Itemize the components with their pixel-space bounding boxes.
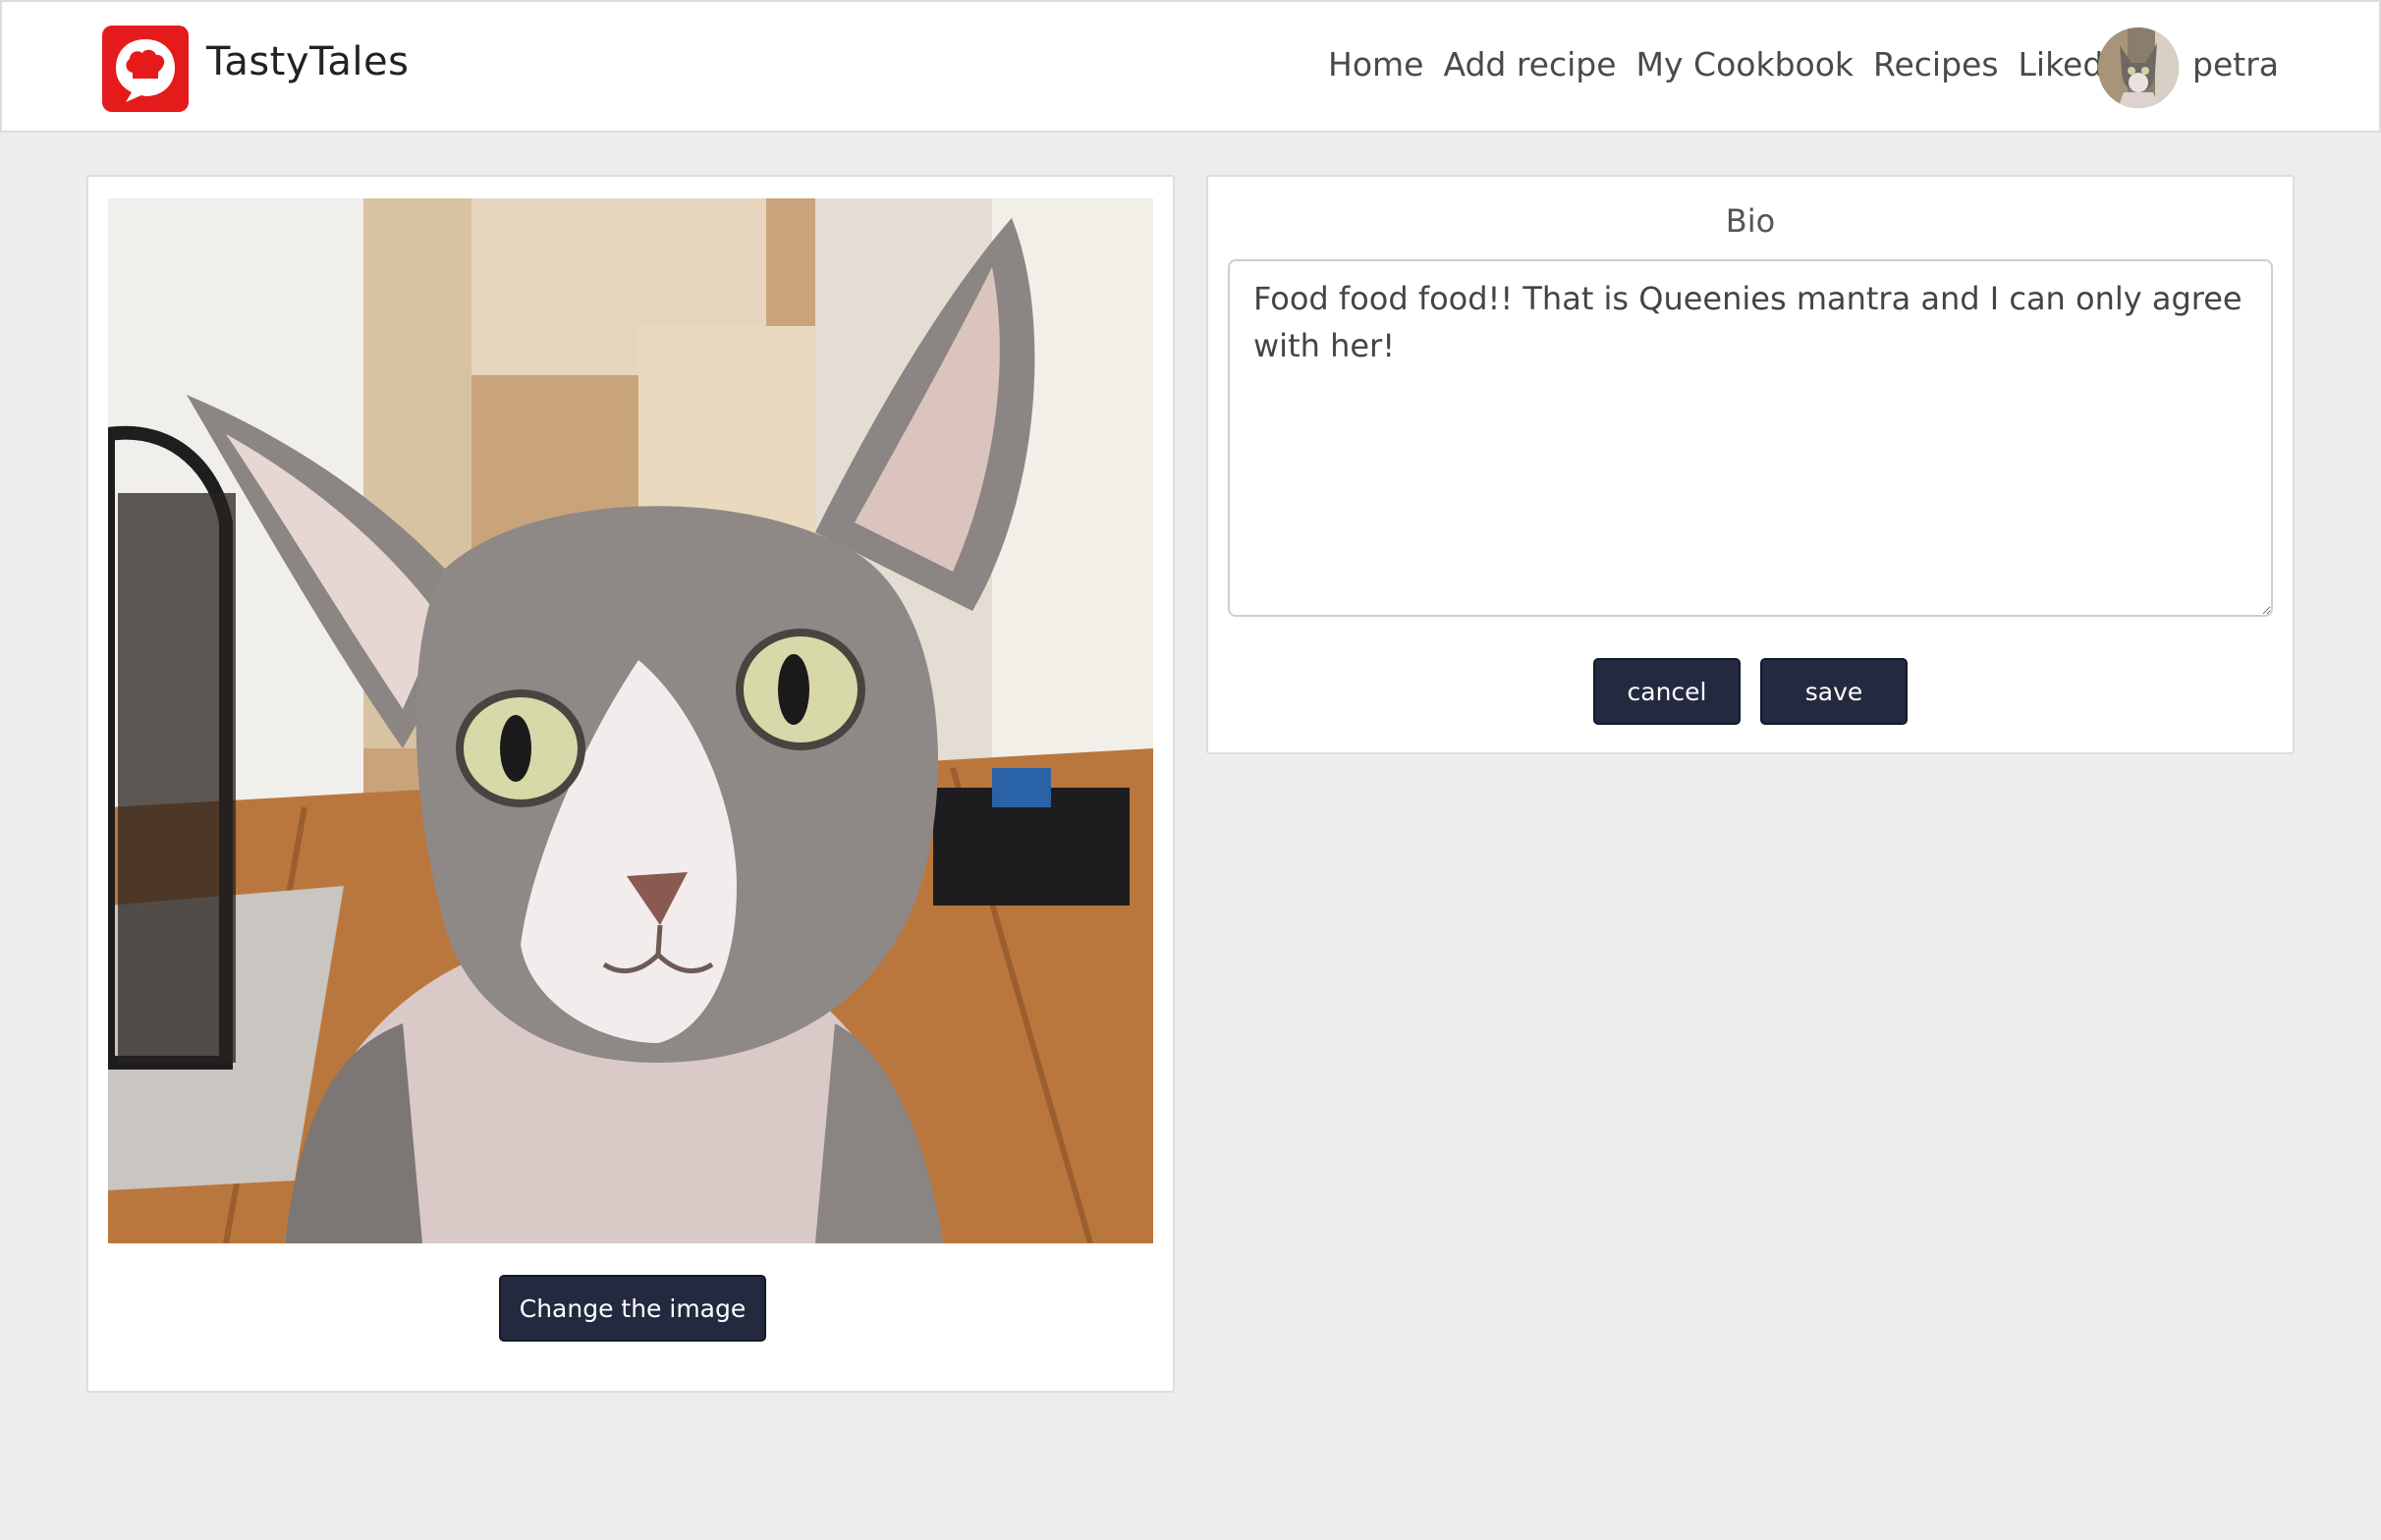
save-button[interactable]: save (1760, 658, 1908, 725)
nav-liked-link[interactable]: Liked (2019, 45, 2104, 83)
nav-home-link[interactable]: Home (1328, 45, 1423, 83)
username-label[interactable]: petra (2192, 45, 2279, 83)
top-navbar: TastyTales Home Add recipe My Cookbook R… (0, 0, 2381, 133)
user-avatar[interactable] (2098, 28, 2179, 108)
bio-textarea[interactable]: Food food food!! That is Queenies mantra… (1228, 259, 2273, 617)
nav-add-recipe-link[interactable]: Add recipe (1443, 45, 1616, 83)
main-nav: Home Add recipe My Cookbook Recipes Like… (1328, 45, 2103, 83)
nav-recipes-link[interactable]: Recipes (1873, 45, 1999, 83)
bio-title: Bio (1725, 202, 1776, 240)
profile-photo (108, 198, 1153, 1243)
bio-card: Bio Food food food!! That is Queenies ma… (1206, 175, 2295, 754)
brand-name[interactable]: TastyTales (206, 39, 409, 84)
profile-image-card: Change the image (86, 175, 1175, 1393)
chef-hat-logo-icon[interactable] (102, 26, 189, 112)
change-image-button[interactable]: Change the image (499, 1275, 766, 1342)
cancel-button[interactable]: cancel (1593, 658, 1741, 725)
nav-my-cookbook-link[interactable]: My Cookbook (1636, 45, 1854, 83)
